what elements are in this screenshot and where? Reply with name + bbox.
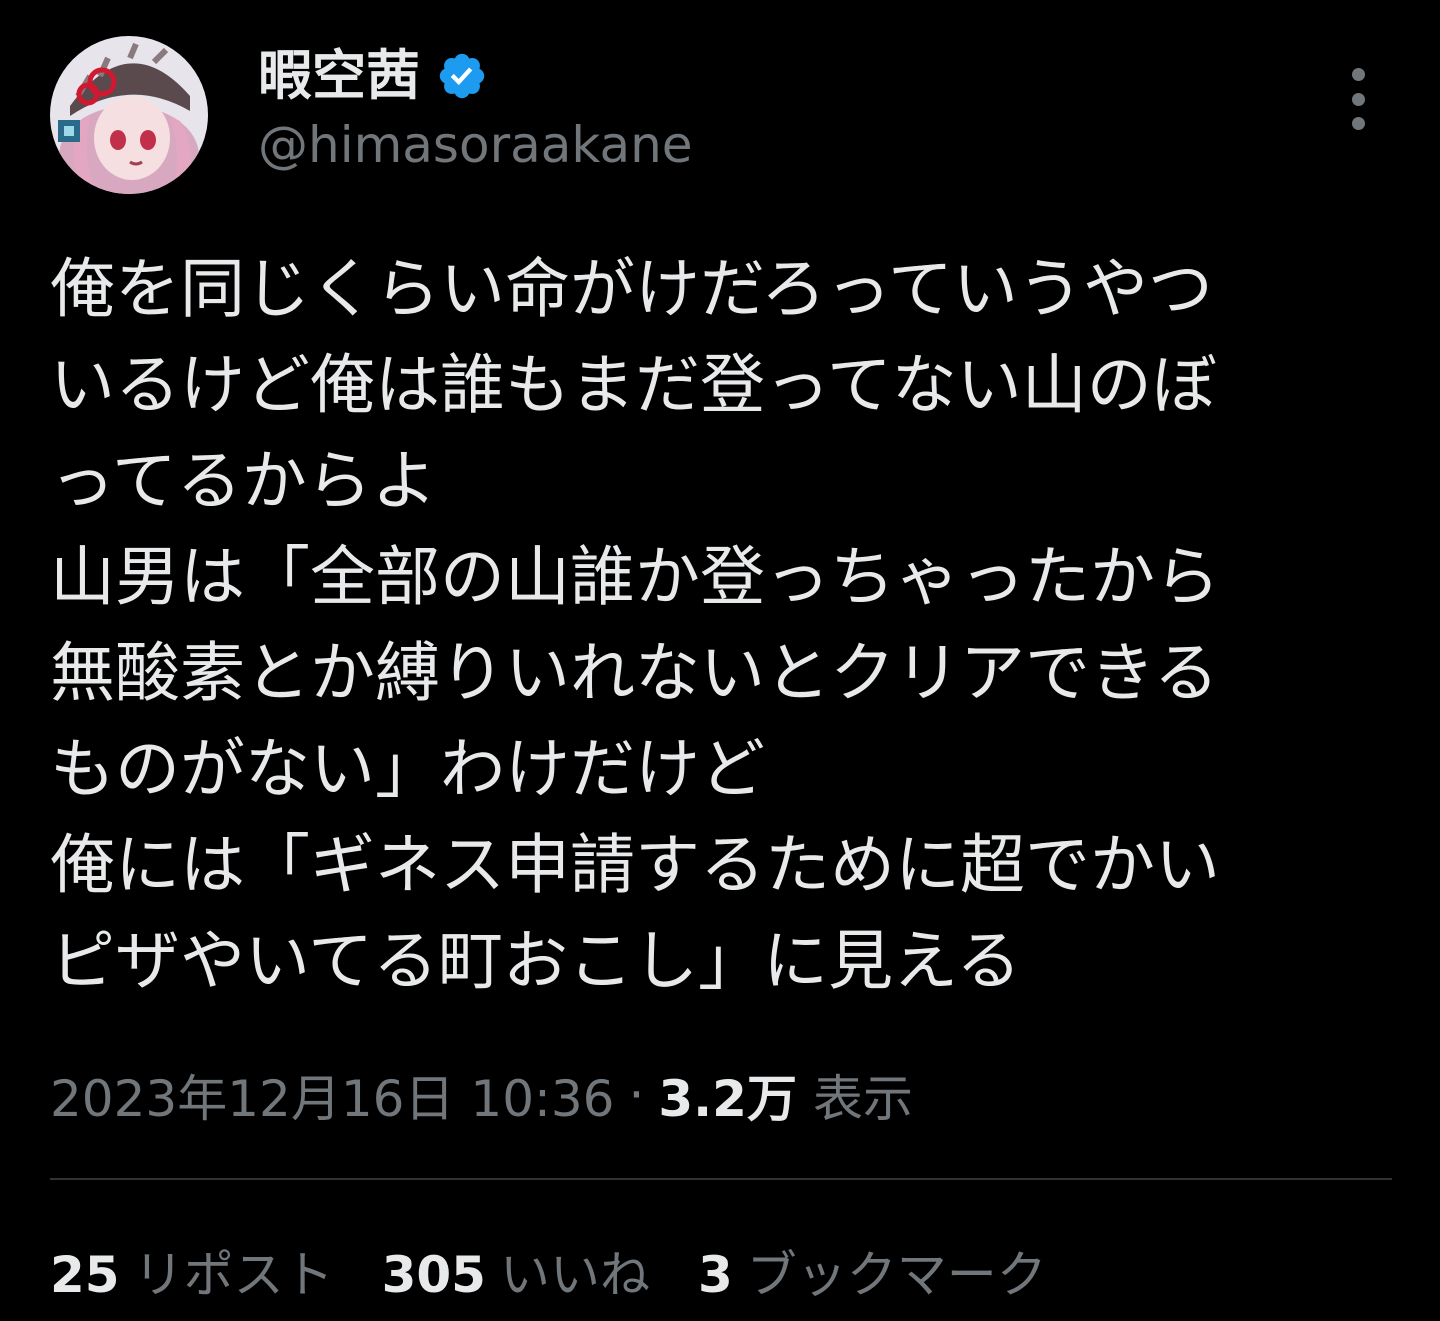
avatar-image — [50, 36, 208, 194]
reposts-count: 25 — [50, 1246, 120, 1304]
author-name-row[interactable]: 暇空茜 — [258, 40, 488, 112]
tweet-timestamp[interactable]: 2023年12月16日 10:36 — [50, 1059, 614, 1131]
divider — [50, 1178, 1392, 1180]
bookmarks-count: 3 — [697, 1246, 733, 1304]
reposts-stat[interactable]: 25 リポスト — [50, 1235, 334, 1307]
author-handle[interactable]: @himasoraakane — [258, 118, 693, 173]
tweet-meta: 2023年12月16日 10:36 · 3.2万 表示 — [50, 1060, 913, 1130]
likes-label: いいね — [499, 1246, 650, 1304]
reposts-label: リポスト — [133, 1246, 334, 1304]
more-vertical-icon — [1351, 92, 1365, 106]
bookmarks-label: ブックマーク — [746, 1246, 1047, 1304]
bookmarks-stat[interactable]: 3 ブックマーク — [698, 1235, 1047, 1307]
more-vertical-icon — [1351, 68, 1365, 81]
views-label: 表示 — [812, 1070, 913, 1128]
more-options-button[interactable] — [1330, 68, 1386, 130]
engagement-stats: 25 リポスト 305 いいね 3 ブックマーク — [50, 1236, 1095, 1306]
likes-stat[interactable]: 305 いいね — [382, 1235, 650, 1307]
verified-badge-icon — [439, 53, 485, 99]
meta-separator: · — [628, 1066, 645, 1124]
views-count: 3.2万 — [658, 1070, 797, 1128]
likes-count: 305 — [381, 1246, 486, 1304]
tweet-text: 俺を同じくらい命がけだろっていうやつ いるけど俺は誰もまだ登ってない山のぼ って… — [50, 252, 1221, 999]
display-name[interactable]: 暇空茜 — [258, 49, 420, 103]
avatar[interactable] — [50, 36, 208, 194]
more-vertical-icon — [1351, 117, 1365, 130]
